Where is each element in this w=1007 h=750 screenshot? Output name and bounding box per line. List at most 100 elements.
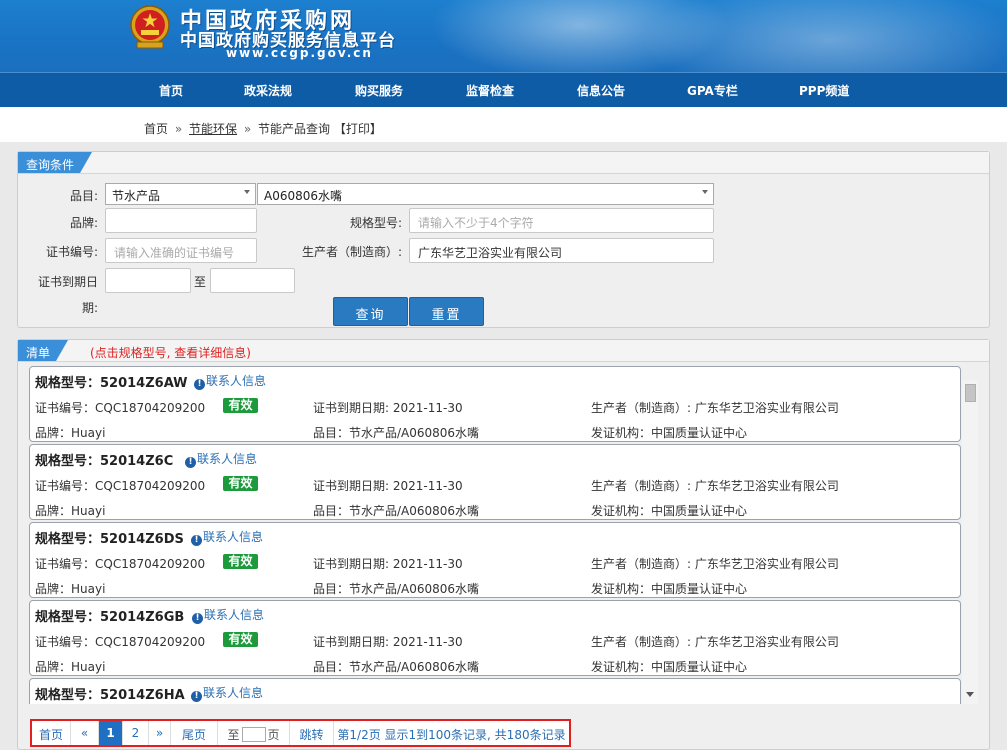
nav-purchase-services[interactable]: 购买服务 xyxy=(355,82,403,99)
result-card: 规格型号：52014Z6GB ! 联系人信息 证书编号：CQC1870420920… xyxy=(29,600,961,676)
result-card: 规格型号：52014Z6DS ! 联系人信息 证书编号：CQC1870420920… xyxy=(29,522,961,598)
chevron-down-icon xyxy=(702,190,708,194)
category: 品目：节水产品/A060806水嘴 xyxy=(313,504,480,518)
result-list: 规格型号：52014Z6AW ! 联系人信息 证书编号：CQC1870420920… xyxy=(29,366,978,704)
nav-ppp[interactable]: PPP频道 xyxy=(799,82,849,99)
producer: 生产者（制造商）: 广东华艺卫浴实业有限公司 xyxy=(591,557,839,571)
breadcrumb-separator: » xyxy=(243,122,252,136)
pagination: 首页 « 1 2 » 尾页 至页 跳转 第1/2页 显示1到100条记录, 共1… xyxy=(30,719,571,747)
cert-label: 证书编号: xyxy=(45,245,98,259)
info-icon: ! xyxy=(185,457,196,468)
breadcrumb-energy[interactable]: 节能环保 xyxy=(189,122,237,136)
nav-regulations[interactable]: 政采法规 xyxy=(244,82,292,99)
jump-button[interactable]: 跳转 xyxy=(290,721,334,745)
producer: 生产者（制造商）: 广东华艺卫浴实业有限公司 xyxy=(591,479,839,493)
contact-info-link[interactable]: ! 联系人信息 xyxy=(191,684,263,702)
query-panel: 查询条件 品目: 节水产品 A060806水嘴 品牌: 规格型号: 请输入不少于… xyxy=(17,151,990,328)
cert-number: 证书编号：CQC18704209200 xyxy=(35,401,206,415)
category: 品目：节水产品/A060806水嘴 xyxy=(313,582,480,596)
issuer: 发证机构：中国质量认证中心 xyxy=(591,426,748,440)
list-scrollbar[interactable] xyxy=(962,380,978,704)
status-badge: 有效 xyxy=(223,476,258,491)
info-icon: ! xyxy=(192,613,203,624)
nav-gpa[interactable]: GPA专栏 xyxy=(687,82,738,99)
info-icon: ! xyxy=(191,535,202,546)
brand-input[interactable] xyxy=(105,208,257,233)
first-page-button[interactable]: 首页 xyxy=(32,721,71,745)
producer-input[interactable]: 广东华艺卫浴实业有限公司 xyxy=(409,238,714,263)
print-link[interactable]: 【打印】 xyxy=(334,122,382,136)
model-link[interactable]: 规格型号：52014Z6C xyxy=(35,450,173,469)
next-page-button[interactable]: » xyxy=(149,721,171,745)
cert-input[interactable]: 请输入准确的证书编号 xyxy=(105,238,257,263)
model-label: 规格型号: xyxy=(349,216,402,230)
category-select[interactable]: 节水产品 xyxy=(105,183,256,205)
model-link[interactable]: 规格型号：52014Z6HA xyxy=(35,684,185,703)
model-input[interactable]: 请输入不少于4个字符 xyxy=(409,208,714,233)
expiry-date: 证书到期日期: 2021-11-30 xyxy=(313,401,463,415)
producer: 生产者（制造商）: 广东华艺卫浴实业有限公司 xyxy=(591,401,839,415)
expiry-date: 证书到期日期: 2021-11-30 xyxy=(313,557,463,571)
status-badge: 有效 xyxy=(223,554,258,569)
issuer: 发证机构：中国质量认证中心 xyxy=(591,582,748,596)
main-nav: 首页 政采法规 购买服务 监督检查 信息公告 GPA专栏 PPP频道 xyxy=(0,72,1007,107)
category: 品目：节水产品/A060806水嘴 xyxy=(313,660,480,674)
category-label: 品目: xyxy=(69,189,98,203)
goto-page: 至页 xyxy=(218,721,290,745)
model-link[interactable]: 规格型号：52014Z6DS xyxy=(35,528,184,547)
info-icon: ! xyxy=(191,691,202,702)
expiry-to-input[interactable] xyxy=(210,268,295,293)
breadcrumb: 首页 » 节能环保 » 节能产品查询 【打印】 xyxy=(144,120,382,137)
contact-info-link[interactable]: ! 联系人信息 xyxy=(185,450,257,468)
status-badge: 有效 xyxy=(223,632,258,647)
expiry-label-cont: 期: xyxy=(81,301,98,315)
breadcrumb-home[interactable]: 首页 xyxy=(144,122,168,136)
model-link[interactable]: 规格型号：52014Z6GB xyxy=(35,606,184,625)
expiry-label: 证书到期日 xyxy=(37,275,98,289)
goto-page-input[interactable] xyxy=(241,727,266,742)
issuer: 发证机构：中国质量认证中心 xyxy=(591,504,748,518)
chevron-down-icon xyxy=(244,190,250,194)
result-card: 规格型号：52014Z6AW ! 联系人信息 证书编号：CQC1870420920… xyxy=(29,366,961,442)
last-page-button[interactable]: 尾页 xyxy=(171,721,218,745)
expiry-from-input[interactable] xyxy=(105,268,191,293)
pagination-summary: 第1/2页 显示1到100条记录, 共180条记录 xyxy=(337,728,566,742)
page-2-button[interactable]: 2 xyxy=(123,721,149,745)
contact-info-link[interactable]: ! 联系人信息 xyxy=(191,528,263,546)
national-emblem-icon xyxy=(130,5,170,49)
site-url: www.ccgp.gov.cn xyxy=(226,46,373,60)
result-card: 规格型号：52014Z6C ! 联系人信息 证书编号：CQC18704209200… xyxy=(29,444,961,520)
contact-info-link[interactable]: ! 联系人信息 xyxy=(194,372,266,390)
brand: 品牌：Huayi xyxy=(35,504,106,518)
model-link[interactable]: 规格型号：52014Z6AW xyxy=(35,372,188,391)
cert-number: 证书编号：CQC18704209200 xyxy=(35,635,206,649)
status-badge: 有效 xyxy=(223,398,258,413)
issuer: 发证机构：中国质量认证中心 xyxy=(591,660,748,674)
brand: 品牌：Huayi xyxy=(35,660,106,674)
scroll-thumb[interactable] xyxy=(965,384,976,402)
subcategory-select[interactable]: A060806水嘴 xyxy=(257,183,714,205)
reset-button[interactable]: 重置 xyxy=(409,297,484,326)
producer: 生产者（制造商）: 广东华艺卫浴实业有限公司 xyxy=(591,635,839,649)
search-button[interactable]: 查询 xyxy=(333,297,408,326)
date-range-to: 至 xyxy=(194,275,207,289)
page-1-button[interactable]: 1 xyxy=(99,721,123,745)
nav-announcements[interactable]: 信息公告 xyxy=(577,82,625,99)
scroll-down-icon[interactable] xyxy=(966,692,974,697)
list-tab: 清单 xyxy=(18,340,68,361)
nav-supervision[interactable]: 监督检查 xyxy=(466,82,514,99)
breadcrumb-separator: » xyxy=(174,122,183,136)
producer-label: 生产者（制造商）: xyxy=(301,245,402,259)
category: 品目：节水产品/A060806水嘴 xyxy=(313,426,480,440)
prev-page-button[interactable]: « xyxy=(71,721,99,745)
query-tab: 查询条件 xyxy=(18,152,92,173)
expiry-date: 证书到期日期: 2021-11-30 xyxy=(313,635,463,649)
breadcrumb-current: 节能产品查询 xyxy=(258,122,331,136)
nav-home[interactable]: 首页 xyxy=(159,82,183,99)
brand: 品牌：Huayi xyxy=(35,426,106,440)
cert-number: 证书编号：CQC18704209200 xyxy=(35,479,206,493)
contact-info-link[interactable]: ! 联系人信息 xyxy=(192,606,264,624)
brand-label: 品牌: xyxy=(69,216,98,230)
list-hint: (点击规格型号, 查看详细信息) xyxy=(90,346,251,360)
result-card: 规格型号：52014Z6HA ! 联系人信息 xyxy=(29,678,961,704)
